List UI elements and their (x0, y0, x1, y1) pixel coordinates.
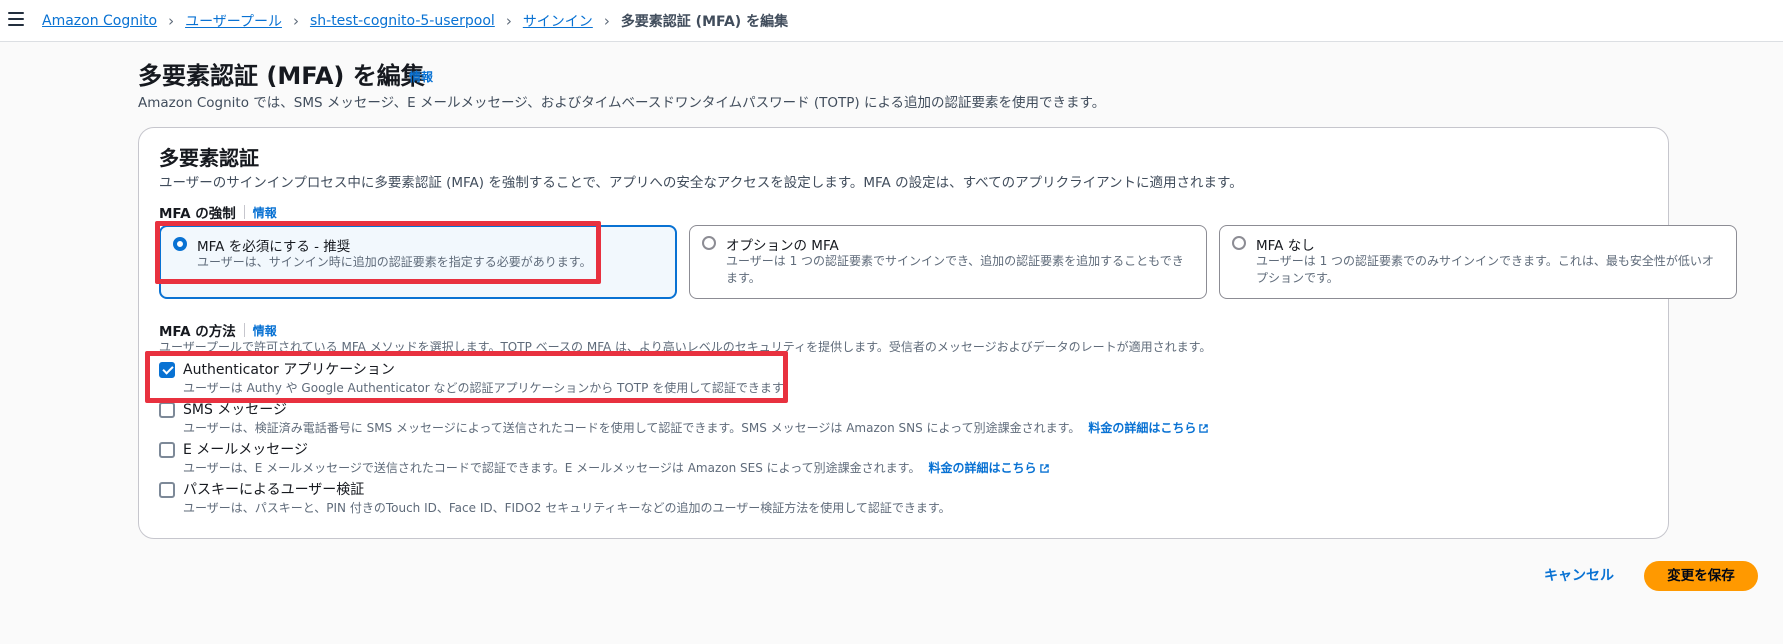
pricing-link-email[interactable]: 料金の詳細はこちら (928, 461, 1049, 475)
checkbox-sms[interactable] (159, 402, 175, 418)
method-description-row: ユーザーは、E メールメッセージで送信されたコードで認証できます。E メールメッ… (183, 459, 1049, 476)
tile-mfa-optional[interactable]: オプションの MFA ユーザーは 1 つの認証要素でサインインでき、追加の認証要… (689, 225, 1207, 299)
chevron-right-icon: › (603, 12, 610, 30)
breadcrumb-item-cognito[interactable]: Amazon Cognito (42, 13, 157, 29)
radio-no-mfa[interactable] (1232, 236, 1246, 250)
method-description: ユーザーは、パスキーと、PIN 付きのTouch ID、Face ID、FIDO… (183, 501, 951, 515)
mfa-enforcement-label-text: MFA の強制 (159, 206, 236, 222)
tile-title: MFA を必須にする - 推奨 (197, 239, 351, 255)
mfa-methods-description: ユーザープールで許可されている MFA メソッドを選択します。TOTP ベースの… (159, 340, 1212, 354)
tile-description: ユーザーは 1 つの認証要素でサインインでき、追加の認証要素を追加することもでき… (726, 254, 1184, 285)
chevron-right-icon: › (168, 12, 175, 30)
method-description: ユーザーは Authy や Google Authenticator などの認証… (183, 381, 795, 395)
chevron-right-icon: › (292, 12, 299, 30)
breadcrumb-item-user-pools[interactable]: ユーザープール (185, 11, 282, 31)
method-description: ユーザーは、検証済み電話番号に SMS メッセージによって送信されたコードを使用… (183, 421, 1081, 435)
checkbox-passkey[interactable] (159, 482, 175, 498)
pricing-link-text: 料金の詳細はこちら (928, 461, 1037, 475)
method-title: Authenticator アプリケーション (183, 362, 395, 378)
top-navigation-bar: Amazon Cognito › ユーザープール › sh-test-cogni… (0, 0, 1783, 42)
label-divider (243, 323, 245, 337)
radio-mfa-optional[interactable] (702, 236, 716, 250)
breadcrumb-item-sign-in[interactable]: サインイン (523, 11, 593, 31)
external-link-icon (1199, 424, 1209, 433)
menu-icon[interactable] (8, 12, 24, 26)
mfa-methods-info-link[interactable]: 情報 (253, 322, 277, 339)
page-title: 多要素認証 (MFA) を編集 (138, 62, 425, 90)
breadcrumb: Amazon Cognito › ユーザープール › sh-test-cogni… (42, 11, 788, 31)
tile-description: ユーザーは 1 つの認証要素でのみサインインできます。これは、最も安全性が低いオ… (1256, 254, 1714, 285)
tile-description: ユーザーは、サインイン時に追加の認証要素を指定する必要があります。 (197, 255, 592, 269)
mfa-enforcement-info-link[interactable]: 情報 (253, 204, 277, 221)
method-description: ユーザーは、E メールメッセージで送信されたコードで認証できます。E メールメッ… (183, 461, 921, 475)
pricing-link-text: 料金の詳細はこちら (1088, 421, 1197, 435)
tile-mfa-required[interactable]: MFA を必須にする - 推奨 ユーザーは、サインイン時に追加の認証要素を指定す… (159, 225, 677, 299)
checkbox-email[interactable] (159, 442, 175, 458)
tile-title: MFA なし (1256, 238, 1315, 254)
tile-title: オプションの MFA (726, 238, 839, 254)
page-description: Amazon Cognito では、SMS メッセージ、E メールメッセージ、お… (138, 95, 1106, 111)
panel-title: 多要素認証 (159, 146, 259, 170)
method-description-row: ユーザーは、検証済み電話番号に SMS メッセージによって送信されたコードを使用… (183, 419, 1209, 436)
chevron-right-icon: › (505, 12, 512, 30)
pricing-link-sms[interactable]: 料金の詳細はこちら (1088, 421, 1209, 435)
mfa-methods-label: MFA の方法 情報 (159, 320, 277, 340)
breadcrumb-item-user-pool[interactable]: sh-test-cognito-5-userpool (310, 13, 495, 29)
external-link-icon (1039, 464, 1049, 473)
method-title: SMS メッセージ (183, 402, 288, 418)
panel-description: ユーザーのサインインプロセス中に多要素認証 (MFA) を強制することで、アプリ… (159, 175, 1243, 191)
tile-no-mfa[interactable]: MFA なし ユーザーは 1 つの認証要素でのみサインインできます。これは、最も… (1219, 225, 1737, 299)
method-title: E メールメッセージ (183, 442, 309, 458)
label-divider (243, 205, 245, 219)
method-title: パスキーによるユーザー検証 (183, 482, 365, 498)
radio-mfa-required[interactable] (173, 237, 187, 251)
page-info-link[interactable]: 情報 (409, 68, 433, 85)
mfa-methods-label-text: MFA の方法 (159, 324, 236, 340)
checkbox-authenticator-app[interactable] (159, 362, 175, 378)
save-changes-button[interactable]: 変更を保存 (1644, 561, 1758, 591)
breadcrumb-current: 多要素認証 (MFA) を編集 (620, 14, 789, 30)
cancel-button[interactable]: キャンセル (1530, 562, 1628, 590)
mfa-enforcement-label: MFA の強制 情報 (159, 202, 277, 222)
